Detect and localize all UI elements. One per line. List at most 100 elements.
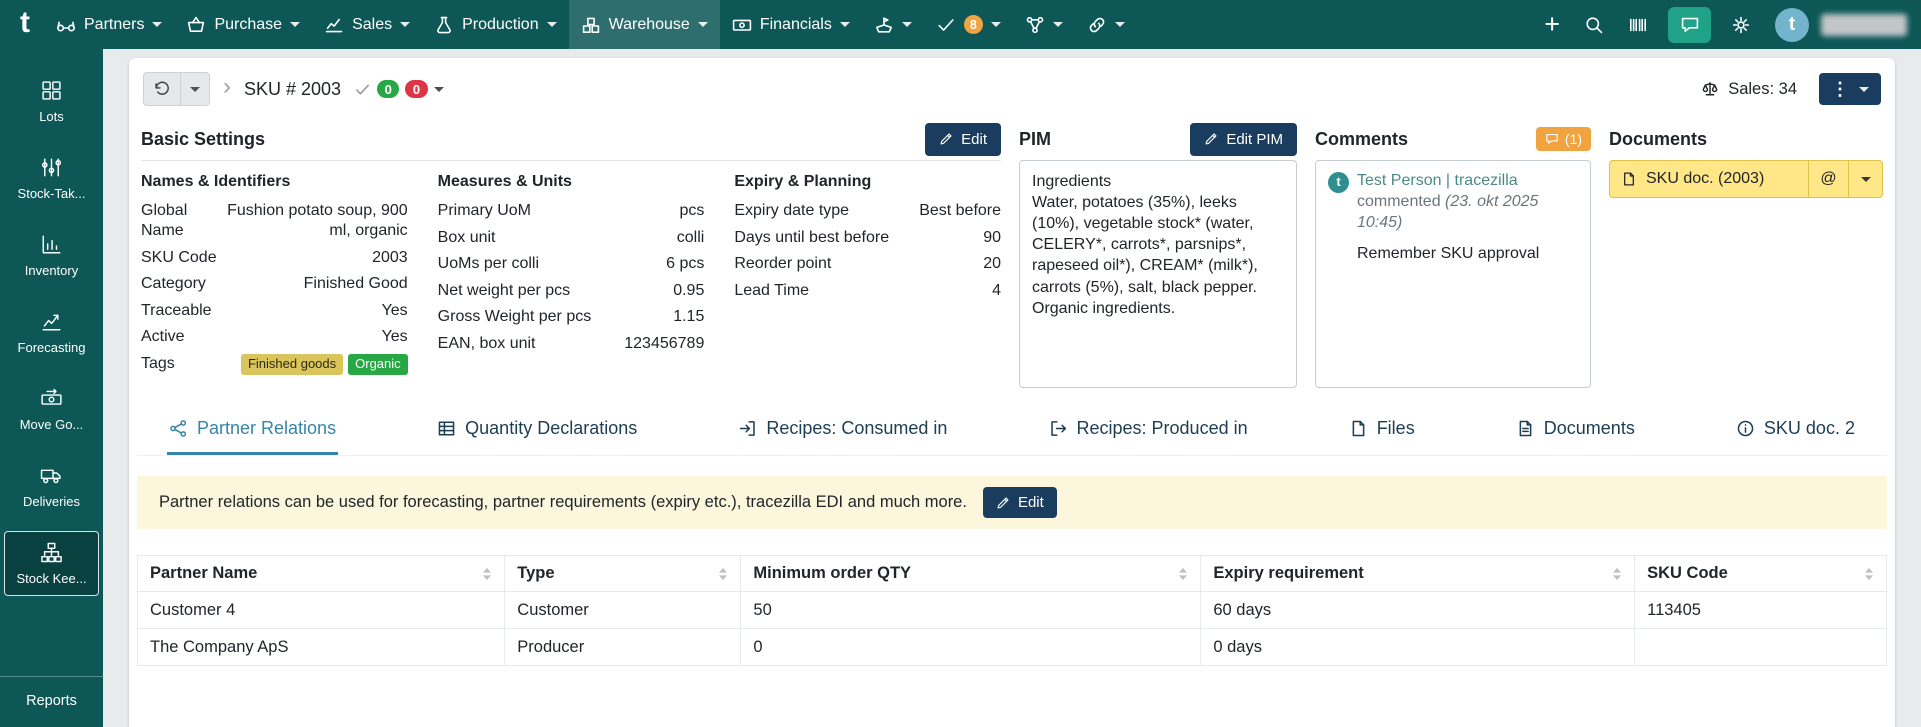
cell-type: Producer: [504, 628, 742, 666]
nav-right-cluster: + t: [1532, 0, 1907, 49]
nav-item-financials[interactable]: Financials: [720, 0, 862, 49]
approval-status-dropdown[interactable]: 0 0: [354, 80, 444, 98]
add-button[interactable]: +: [1532, 0, 1572, 49]
chat-button[interactable]: [1668, 6, 1711, 43]
sidebar-item-lots[interactable]: Lots: [4, 69, 99, 134]
sort-icon[interactable]: [1178, 567, 1188, 581]
sidebar-item-reports[interactable]: Reports: [0, 676, 103, 727]
barcode-button[interactable]: [1616, 0, 1660, 49]
field-row: Net weight per pcs 0.95: [437, 281, 705, 299]
edit-pim-button[interactable]: Edit PIM: [1190, 122, 1297, 156]
edit-partner-relations-button[interactable]: Edit: [982, 487, 1057, 518]
settings-button[interactable]: [1719, 0, 1763, 49]
nav-item-sales[interactable]: Sales: [312, 0, 422, 49]
names-identifiers-column: Names & Identifiers Global Name Fushion p…: [141, 173, 408, 381]
gear-icon: [1732, 16, 1750, 33]
sku-doc-button[interactable]: SKU doc. (2003): [1610, 161, 1808, 197]
edit-basic-settings-button[interactable]: Edit: [925, 122, 1001, 156]
sort-icon[interactable]: [1612, 567, 1622, 581]
table-icon: [438, 421, 455, 436]
documents-title: Documents: [1609, 128, 1708, 149]
sidebar-item-forecasting[interactable]: Forecasting: [4, 300, 99, 365]
sidebar-item-deliveries[interactable]: Deliveries: [4, 454, 99, 519]
sales-count[interactable]: Sales: 34: [1701, 80, 1797, 99]
nav-item-purchase[interactable]: Purchase: [174, 0, 312, 49]
table-row[interactable]: The Company ApS Producer 0 0 days: [136, 628, 1887, 666]
scale-icon: [1702, 82, 1718, 96]
sidebar-item-label: Inventory: [24, 263, 79, 278]
sort-icon[interactable]: [718, 567, 728, 581]
lots-icon: [42, 81, 61, 100]
tracezilla-logo[interactable]: t: [20, 6, 30, 40]
comments-panel: Comments (1) t Test Person | tracezilla …: [1315, 118, 1591, 388]
cell-expiry-requirement: 60 days: [1200, 591, 1636, 629]
sidebar-item-label: Stock Kee...: [16, 571, 87, 586]
tab-recipes-produced-in[interactable]: Recipes: Produced in: [1047, 408, 1250, 455]
nav-item-partners[interactable]: Partners: [44, 0, 174, 49]
basic-settings-panel: Basic Settings Edit Names & Identifiers …: [141, 118, 1001, 388]
doc-dropdown-button[interactable]: [1848, 161, 1882, 197]
nav-item-links[interactable]: [1075, 0, 1137, 49]
cell-sku-code: [1634, 628, 1887, 666]
nav-item-shipments[interactable]: [862, 0, 924, 49]
chevron-down-icon: [433, 86, 444, 92]
recipes-consumed-icon: [740, 421, 756, 436]
tab-quantity-declarations[interactable]: Quantity Declarations: [435, 408, 639, 455]
doc-mention-button[interactable]: @: [1808, 161, 1848, 197]
sort-icon[interactable]: [1864, 567, 1874, 581]
nav-item-label: Partners: [84, 15, 145, 33]
link-icon: [1089, 17, 1105, 32]
column-header-sku-code[interactable]: SKU Code: [1634, 555, 1887, 592]
tag-organic: Organic: [348, 353, 408, 375]
column-header-partner-name[interactable]: Partner Name: [136, 555, 506, 592]
chevron-down-icon: [697, 22, 708, 27]
nav-item-tasks[interactable]: 8: [924, 0, 1013, 49]
toolbar-right: Sales: 34 ⋮: [1701, 73, 1881, 105]
tab-sku-doc-2[interactable]: SKU doc. 2: [1734, 408, 1857, 455]
tasks-count-badge: 8: [963, 15, 983, 34]
field-row: Global Name Fushion potato soup, 900 ml, …: [141, 202, 408, 239]
field-row: Reorder point 20: [734, 255, 1002, 272]
more-actions-button[interactable]: ⋮: [1819, 73, 1881, 105]
tab-files[interactable]: Files: [1347, 408, 1417, 455]
nav-item-production[interactable]: Production: [422, 0, 569, 49]
tasks-check-icon: [938, 18, 954, 31]
truck-icon: [40, 469, 61, 484]
sidebar-item-move-goods[interactable]: Move Go...: [4, 377, 99, 442]
sku-card: › SKU # 2003 0 0 Sales: 34 ⋮ Basic Setti…: [129, 58, 1895, 727]
user-avatar[interactable]: t: [1775, 7, 1809, 42]
nav-item-label: Financials: [759, 15, 832, 33]
tab-recipes-consumed-in[interactable]: Recipes: Consumed in: [736, 408, 949, 455]
sort-icon[interactable]: [482, 567, 492, 581]
sales-count-label: Sales: 34: [1728, 79, 1797, 98]
nav-item-integrations[interactable]: [1013, 0, 1075, 49]
cell-expiry-requirement: 0 days: [1200, 628, 1636, 666]
share-nodes-icon: [170, 420, 187, 437]
info-circle-icon: [1737, 420, 1754, 437]
table-row[interactable]: Customer 4 Customer 50 60 days 113405: [136, 591, 1887, 629]
partner-relations-table: Partner Name Type Minimum order QTY Expi…: [136, 555, 1887, 666]
chevron-down-icon: [1859, 86, 1869, 92]
tab-bar: Partner Relations Quantity Declarations …: [137, 408, 1887, 456]
tab-documents[interactable]: Documents: [1514, 408, 1637, 455]
sales-icon: [325, 18, 343, 32]
comment-author-link[interactable]: Test Person | tracezilla: [1357, 172, 1518, 189]
chevron-down-icon: [839, 22, 850, 27]
nav-item-label: Sales: [352, 15, 393, 33]
column-header-type[interactable]: Type: [504, 555, 742, 592]
search-button[interactable]: [1572, 0, 1616, 49]
sidebar-item-stock-taking[interactable]: Stock-Tak...: [4, 146, 99, 211]
comments-count-badge[interactable]: (1): [1535, 127, 1591, 151]
sidebar-item-stock-keeping[interactable]: Stock Kee...: [4, 531, 99, 596]
nav-item-warehouse[interactable]: Warehouse: [568, 0, 720, 49]
history-dropdown[interactable]: [180, 73, 209, 105]
tab-partner-relations[interactable]: Partner Relations: [167, 408, 339, 455]
column-header-expiry-requirement[interactable]: Expiry requirement: [1200, 555, 1636, 592]
column-header-minimum-order-qty[interactable]: Minimum order QTY: [740, 555, 1202, 592]
comment-header-text: Test Person | tracezilla commented (23. …: [1357, 172, 1539, 231]
sitemap-icon: [41, 542, 62, 563]
basic-settings-title: Basic Settings: [141, 128, 266, 149]
sidebar-item-inventory[interactable]: Inventory: [4, 223, 99, 288]
history-button[interactable]: [143, 72, 210, 106]
pim-content-box: Ingredients Water, potatoes (35%), leeks…: [1019, 160, 1297, 388]
